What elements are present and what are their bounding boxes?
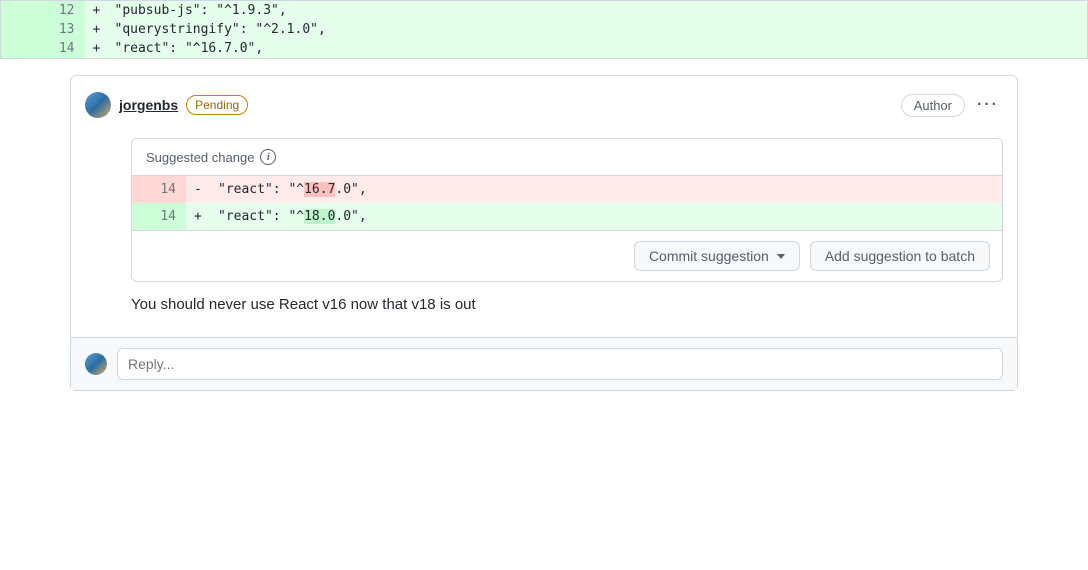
diff-marker: +: [85, 20, 105, 39]
author-badge: Author: [901, 94, 965, 117]
code-line: "pubsub-js": "^1.9.3",: [105, 1, 1088, 21]
diff-added-row: 14+"react": "^16.7.0",: [1, 39, 1088, 59]
line-number-left: [1, 20, 43, 39]
suggestion-deleted-row: 14 - "react": "^16.7.0",: [132, 176, 1002, 203]
suggested-change-label: Suggested change: [146, 150, 254, 165]
diff-marker: -: [186, 176, 208, 203]
suggestion-added-row: 14 + "react": "^18.0.0",: [132, 203, 1002, 230]
diff-marker: +: [85, 1, 105, 21]
diff-hunk: 12+"pubsub-js": "^1.9.3",13+"querystring…: [0, 0, 1088, 59]
diff-added-row: 13+"querystringify": "^2.1.0",: [1, 20, 1088, 39]
diff-added-row: 12+"pubsub-js": "^1.9.3",: [1, 1, 1088, 21]
suggestion-actions: Commit suggestion Add suggestion to batc…: [132, 230, 1002, 281]
comment-text: You should never use React v16 now that …: [131, 296, 1003, 313]
diff-marker: +: [85, 39, 105, 59]
comment-header: jorgenbs Pending Author ···: [85, 92, 1003, 118]
username-link[interactable]: jorgenbs: [119, 97, 178, 113]
avatar[interactable]: [85, 92, 111, 118]
line-number-right: 14: [43, 39, 85, 59]
commit-suggestion-button[interactable]: Commit suggestion: [634, 241, 800, 271]
line-number-right: 13: [43, 20, 85, 39]
code-line: "querystringify": "^2.1.0",: [105, 20, 1088, 39]
diff-marker: +: [186, 203, 208, 230]
line-number-left: [1, 1, 43, 21]
line-number-right: 12: [43, 1, 85, 21]
add-to-batch-button[interactable]: Add suggestion to batch: [810, 241, 990, 271]
suggested-change: Suggested change i 14 - "react": "^16.7.…: [131, 138, 1003, 282]
avatar[interactable]: [85, 353, 107, 375]
suggested-change-header: Suggested change i: [132, 139, 1002, 176]
reply-row: [71, 337, 1017, 390]
line-number: 14: [132, 176, 186, 203]
pending-badge: Pending: [186, 95, 248, 115]
code-line: "react": "^16.7.0",: [208, 176, 1002, 203]
review-comment: jorgenbs Pending Author ··· Suggested ch…: [70, 75, 1018, 391]
info-icon[interactable]: i: [260, 149, 276, 165]
code-line: "react": "^16.7.0",: [105, 39, 1088, 59]
reply-input[interactable]: [117, 348, 1003, 380]
code-line: "react": "^18.0.0",: [208, 203, 1002, 230]
chevron-down-icon: [777, 254, 785, 259]
kebab-icon[interactable]: ···: [973, 96, 1003, 114]
line-number: 14: [132, 203, 186, 230]
line-number-left: [1, 39, 43, 59]
